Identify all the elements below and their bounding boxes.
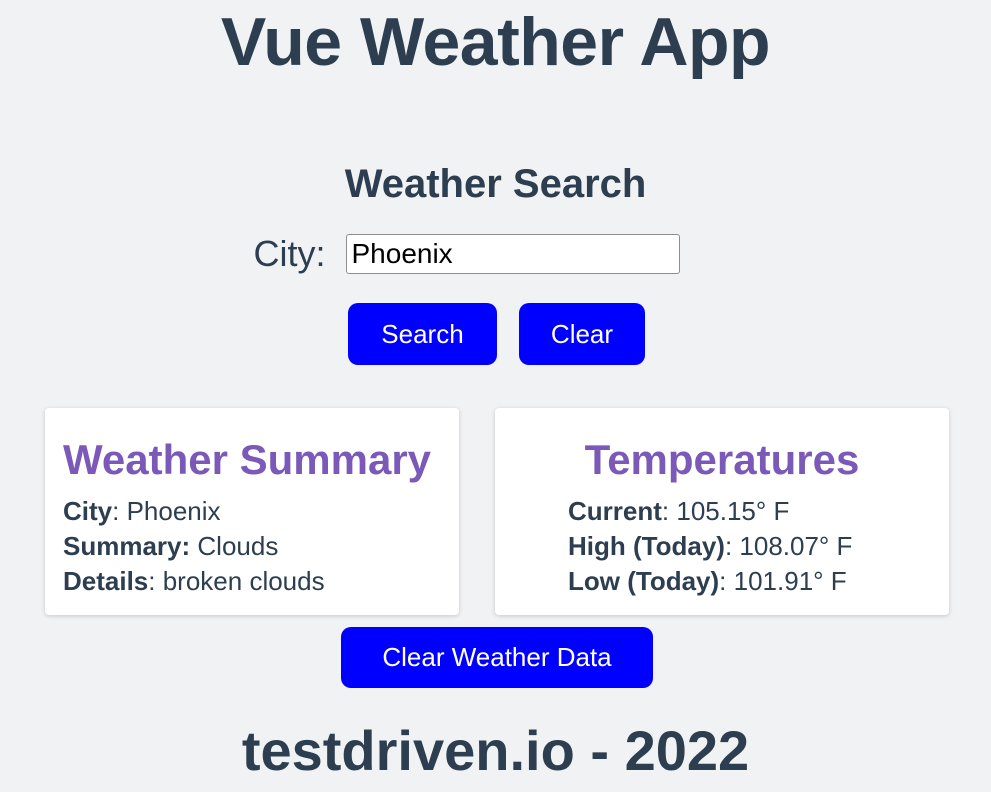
temp-row-current: Current: 105.15° F <box>568 494 852 529</box>
app-title: Vue Weather App <box>220 4 771 80</box>
weather-search-title: Weather Search <box>344 162 647 206</box>
temp-sep: : <box>719 566 734 596</box>
clear-button[interactable]: Clear <box>519 303 645 365</box>
summary-row-summary: Summary: Clouds <box>63 529 325 564</box>
summary-value: Clouds <box>197 531 279 561</box>
temp-value: 105.15° F <box>676 496 790 526</box>
clear-weather-data-button[interactable]: Clear Weather Data <box>341 627 653 688</box>
summary-value: Phoenix <box>126 496 221 526</box>
temp-sep: : <box>661 496 677 526</box>
summary-row-city: City: Phoenix <box>63 494 325 529</box>
temp-key: High (Today) <box>568 531 725 561</box>
temperatures-list: Current: 105.15° F High (Today): 108.07°… <box>568 494 852 599</box>
summary-key: Summary: <box>63 531 191 561</box>
temperatures-title: Temperatures <box>584 436 860 483</box>
summary-key: Details <box>63 566 149 596</box>
weather-summary-card: Weather Summary City: Phoenix Summary: C… <box>45 408 459 615</box>
temp-row-high: High (Today): 108.07° F <box>568 529 852 564</box>
temp-value: 108.07° F <box>739 531 853 561</box>
footer-text: testdriven.io - 2022 <box>241 719 750 782</box>
temp-key: Low (Today) <box>568 566 720 596</box>
city-input[interactable] <box>345 234 680 274</box>
city-label: City: <box>253 233 326 274</box>
summary-sep: : <box>148 566 163 596</box>
summary-value: broken clouds <box>162 566 325 596</box>
summary-row-details: Details: broken clouds <box>63 564 325 599</box>
summary-key: City <box>63 496 113 526</box>
temp-key: Current <box>568 496 662 526</box>
weather-summary-list: City: Phoenix Summary: Clouds Details: b… <box>63 494 325 599</box>
temp-row-low: Low (Today): 101.91° F <box>568 564 852 599</box>
temp-sep: : <box>724 531 740 561</box>
temperatures-card: Temperatures Current: 105.15° F High (To… <box>495 408 949 615</box>
temp-value: 101.91° F <box>733 566 847 596</box>
city-search-row: City: <box>0 232 991 276</box>
weather-summary-title: Weather Summary <box>63 436 432 483</box>
summary-sep: : <box>112 496 127 526</box>
search-button[interactable]: Search <box>348 303 497 365</box>
